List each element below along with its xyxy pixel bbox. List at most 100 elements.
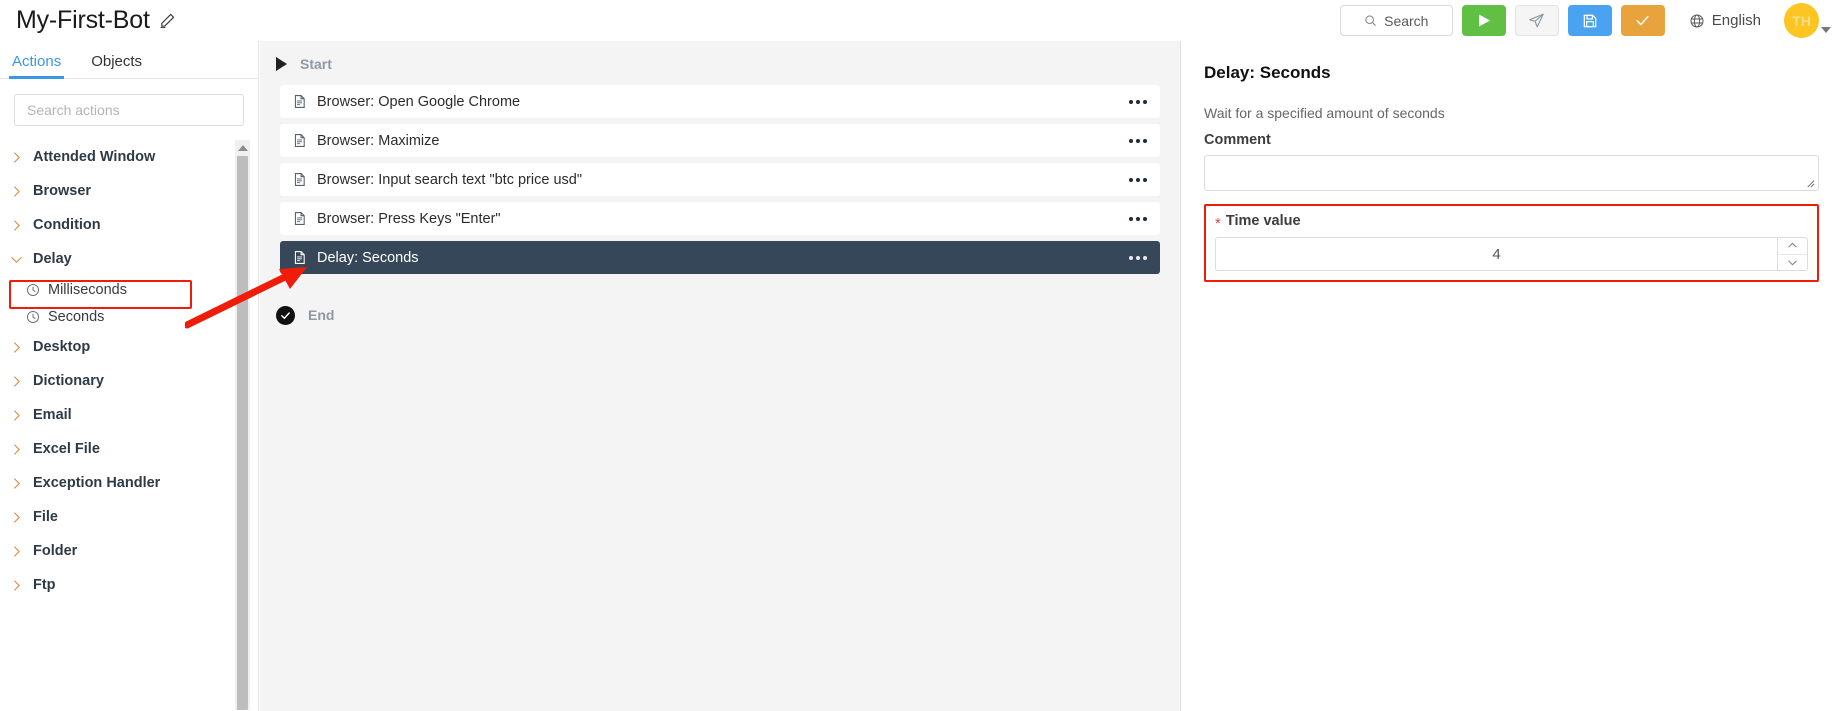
- document-icon: [292, 210, 307, 227]
- tab-objects[interactable]: Objects: [91, 53, 142, 78]
- sidebar-item-milliseconds[interactable]: Milliseconds: [0, 276, 258, 303]
- sidebar-item-attended-window[interactable]: Attended Window: [0, 140, 258, 174]
- sidebar-item-email[interactable]: Email: [0, 398, 258, 432]
- pencil-icon[interactable]: [159, 12, 176, 29]
- time-value-stepper[interactable]: 4: [1215, 237, 1808, 271]
- sidebar-item-excel-file[interactable]: Excel File: [0, 432, 258, 466]
- flow-end-node[interactable]: End: [260, 302, 1180, 328]
- sidebar-item-label: Condition: [33, 217, 101, 233]
- chevron-down-icon: [1821, 27, 1831, 33]
- stepper-decrement-button[interactable]: [1778, 253, 1807, 271]
- check-circle-icon: [276, 305, 295, 325]
- clock-icon: [26, 283, 40, 297]
- scroll-up-arrow-icon[interactable]: [237, 145, 248, 151]
- sidebar-item-label: Excel File: [33, 441, 100, 457]
- save-button[interactable]: [1567, 5, 1612, 36]
- comment-textarea[interactable]: [1204, 155, 1819, 191]
- chevron-down-icon: [10, 253, 23, 266]
- resize-handle-icon[interactable]: [1804, 177, 1815, 188]
- checkmark-icon: [1634, 13, 1651, 28]
- flow-canvas: Start Browser: Open Google Chrome Browse…: [260, 41, 1181, 711]
- search-button-label: Search: [1384, 12, 1429, 29]
- sidebar-item-folder[interactable]: Folder: [0, 534, 258, 568]
- sidebar-item-label: Exception Handler: [33, 475, 161, 491]
- properties-description: Wait for a specified amount of seconds: [1204, 105, 1445, 121]
- sidebar-item-condition[interactable]: Condition: [0, 208, 258, 242]
- document-icon: [292, 93, 307, 110]
- flow-end-label: End: [308, 307, 335, 323]
- confirm-button[interactable]: [1620, 5, 1665, 36]
- step-options-button[interactable]: [1129, 124, 1147, 157]
- play-icon: [1477, 13, 1491, 28]
- run-button[interactable]: [1461, 5, 1506, 36]
- properties-title: Delay: Seconds: [1204, 63, 1331, 82]
- table-row-selected[interactable]: Delay: Seconds: [280, 241, 1160, 274]
- chevron-right-icon: [10, 477, 23, 490]
- top-toolbar: My-First-Bot Search English TH: [0, 0, 1841, 41]
- sidebar-item-label: Delay: [33, 251, 72, 267]
- chevron-right-icon: [10, 511, 23, 524]
- flow-start-node[interactable]: Start: [260, 51, 1180, 77]
- flow-steps-list: Browser: Open Google Chrome Browser: Max…: [260, 85, 1180, 274]
- search-button[interactable]: Search: [1339, 5, 1453, 36]
- sidebar-item-file[interactable]: File: [0, 500, 258, 534]
- step-options-button[interactable]: [1129, 241, 1147, 274]
- time-value-input[interactable]: 4: [1216, 238, 1777, 270]
- send-button[interactable]: [1514, 5, 1559, 36]
- bot-title-group: My-First-Bot: [0, 8, 176, 33]
- floppy-disk-icon: [1582, 13, 1598, 29]
- sidebar-item-label: Folder: [33, 543, 78, 559]
- chevron-right-icon: [10, 185, 23, 198]
- page-title: My-First-Bot: [16, 6, 150, 34]
- sidebar-item-delay[interactable]: Delay: [0, 242, 258, 276]
- stepper-arrows: [1777, 238, 1807, 270]
- search-actions-input[interactable]: Search actions: [14, 94, 244, 126]
- step-options-button[interactable]: [1129, 202, 1147, 235]
- clock-icon: [26, 310, 40, 324]
- sidebar-item-label: Browser: [33, 183, 92, 199]
- chevron-right-icon: [10, 579, 23, 592]
- play-triangle-icon: [276, 57, 287, 71]
- sidebar-item-desktop[interactable]: Desktop: [0, 330, 258, 364]
- table-row[interactable]: Browser: Input search text "btc price us…: [280, 163, 1160, 196]
- step-options-button[interactable]: [1129, 85, 1147, 118]
- chevron-right-icon: [10, 341, 23, 354]
- document-icon: [292, 249, 307, 266]
- time-value-label-row: * Time value: [1215, 213, 1808, 232]
- chevron-right-icon: [10, 151, 23, 164]
- table-row[interactable]: Browser: Maximize: [280, 124, 1160, 157]
- language-selector[interactable]: English: [1689, 12, 1761, 29]
- required-asterisk: *: [1215, 214, 1221, 232]
- sidebar-item-ftp[interactable]: Ftp: [0, 568, 258, 602]
- stepper-increment-button[interactable]: [1778, 238, 1807, 254]
- sidebar-item-dictionary[interactable]: Dictionary: [0, 364, 258, 398]
- language-label: English: [1711, 12, 1761, 29]
- chevron-right-icon: [10, 443, 23, 456]
- sidebar-tabs: Actions Objects: [0, 41, 258, 79]
- sidebar-item-label: File: [33, 509, 58, 525]
- sidebar-item-label: Ftp: [33, 577, 56, 593]
- comment-label: Comment: [1204, 132, 1271, 148]
- sidebar-item-label: Milliseconds: [48, 281, 127, 298]
- step-label: Delay: Seconds: [317, 249, 419, 266]
- document-icon: [292, 132, 307, 149]
- tab-actions[interactable]: Actions: [8, 53, 65, 79]
- step-options-button[interactable]: [1129, 163, 1147, 196]
- sidebar-item-exception-handler[interactable]: Exception Handler: [0, 466, 258, 500]
- time-value-group: * Time value 4: [1204, 204, 1819, 282]
- document-icon: [292, 171, 307, 188]
- sidebar-item-label: Desktop: [33, 339, 91, 355]
- user-menu[interactable]: TH: [1784, 3, 1831, 38]
- sidebar-item-browser[interactable]: Browser: [0, 174, 258, 208]
- globe-icon: [1689, 13, 1705, 29]
- step-label: Browser: Maximize: [317, 132, 440, 149]
- scrollbar-thumb[interactable]: [237, 156, 248, 710]
- sidebar-scrollbar[interactable]: [235, 140, 250, 710]
- search-icon: [1364, 14, 1377, 27]
- chevron-right-icon: [10, 219, 23, 232]
- table-row[interactable]: Browser: Open Google Chrome: [280, 85, 1160, 118]
- sidebar-item-label: Email: [33, 407, 72, 423]
- sidebar-item-seconds[interactable]: Seconds: [0, 303, 258, 330]
- properties-panel: Delay: Seconds Wait for a specified amou…: [1182, 41, 1841, 711]
- table-row[interactable]: Browser: Press Keys "Enter": [280, 202, 1160, 235]
